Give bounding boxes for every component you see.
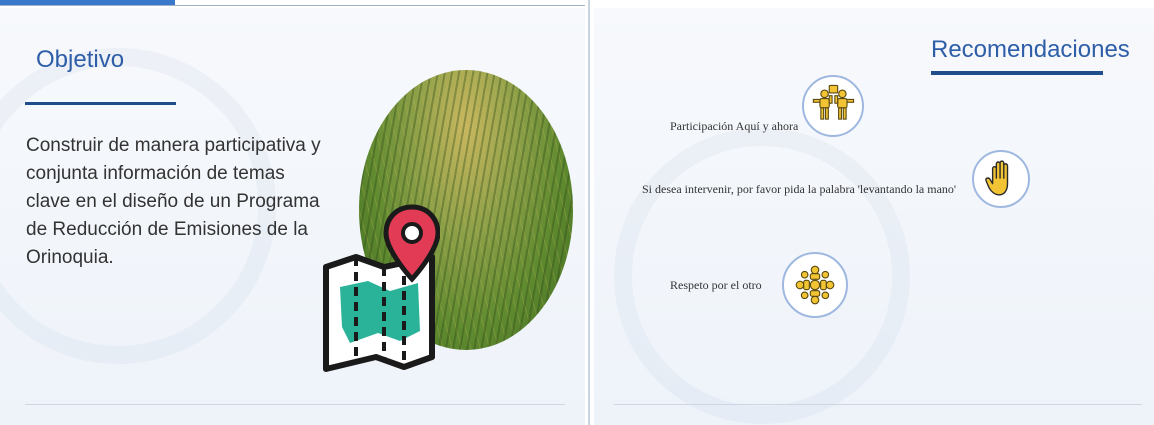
title-underline [931,71,1103,75]
top-accent-bar [0,0,588,8]
slide-title: Objetivo [36,46,125,73]
raised-hand-icon [972,150,1030,208]
title-underline [25,102,176,105]
recommendation-respect: Respeto por el otro [670,278,762,292]
recommendation-participation: Participación Aquí y ahora [670,119,799,133]
objective-text: Construir de manera participativa y conj… [26,135,321,268]
top-accent-line [0,5,588,6]
map-pin-icon [323,204,440,372]
slide-objetivo: Objetivo Construir de manera participati… [0,8,585,425]
slide-title: Recomendaciones [931,36,1130,63]
recommendation-raise-hand: Si desea intervenir, por favor pida la p… [642,182,957,196]
slide-recomendaciones: Recomendaciones Participación Aquí y aho… [594,8,1154,425]
slide-divider [585,0,594,425]
background-cycle-watermark [614,128,910,424]
people-circle-icon [782,252,848,318]
footer-line [614,404,1142,405]
people-puzzle-icon [802,75,864,137]
footer-line [25,404,565,405]
